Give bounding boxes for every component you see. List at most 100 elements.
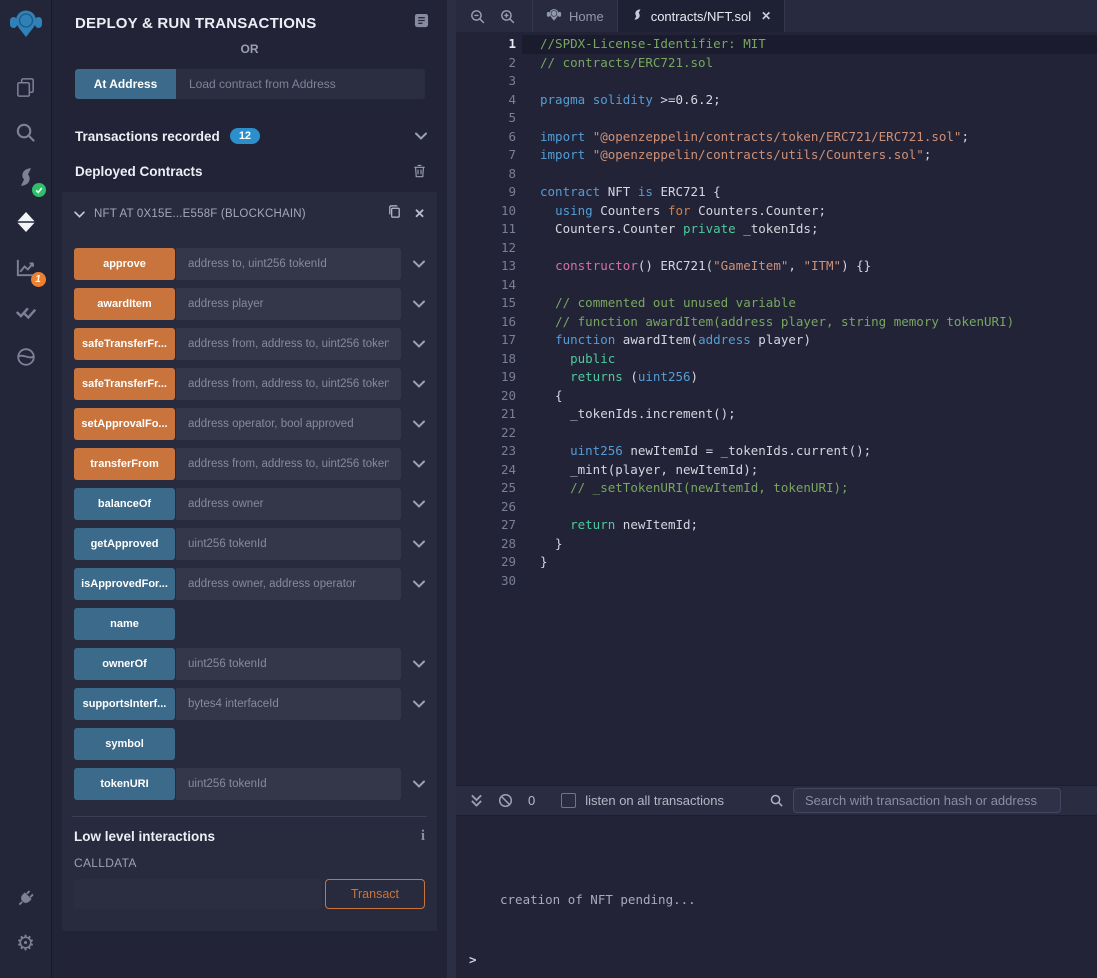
clear-console-icon[interactable] xyxy=(498,793,513,808)
expand-terminal-icon[interactable] xyxy=(470,793,483,808)
close-icon[interactable]: ✕ xyxy=(761,9,771,23)
chevron-down-icon[interactable] xyxy=(401,460,425,468)
function-args-input[interactable] xyxy=(176,528,401,560)
terminal-output-line: creation of NFT pending... xyxy=(500,892,696,907)
plugin-connect-icon[interactable] xyxy=(7,880,45,916)
function-button[interactable]: safeTransferFr... xyxy=(74,328,175,360)
function-row: approve xyxy=(74,248,425,280)
chevron-down-icon[interactable] xyxy=(401,780,425,788)
function-args-input[interactable] xyxy=(176,688,401,720)
zoom-out-icon[interactable] xyxy=(462,0,492,32)
at-address-input[interactable] xyxy=(176,69,425,99)
at-address-button[interactable]: At Address xyxy=(75,69,176,99)
chevron-down-icon[interactable] xyxy=(401,380,425,388)
function-button[interactable]: ownerOf xyxy=(74,648,175,680)
solidity-compiler-icon[interactable] xyxy=(7,159,45,195)
code-line: 17 function awardItem(address player) xyxy=(456,331,1097,350)
deployed-contracts-label: Deployed Contracts xyxy=(75,164,203,179)
function-args-input[interactable] xyxy=(176,328,401,360)
line-number: 18 xyxy=(456,350,516,369)
chevron-down-icon[interactable] xyxy=(415,132,427,140)
function-args-input[interactable] xyxy=(176,768,401,800)
info-icon: i xyxy=(421,829,425,844)
code-line: 9contract NFT is ERC721 { xyxy=(456,183,1097,202)
code-line: 13 constructor() ERC721("GameItem", "ITM… xyxy=(456,257,1097,276)
function-args-input[interactable] xyxy=(176,408,401,440)
deployed-contract-card: NFT AT 0X15E...E558F (BLOCKCHAIN) ✕ appr… xyxy=(62,192,437,931)
zoom-in-icon[interactable] xyxy=(492,0,522,32)
transact-button[interactable]: Transact xyxy=(325,879,425,909)
tab-contracts-nft-sol[interactable]: contracts/NFT.sol ✕ xyxy=(618,0,785,32)
chevron-down-icon[interactable] xyxy=(401,580,425,588)
trash-icon[interactable] xyxy=(412,163,427,179)
function-args-input[interactable] xyxy=(176,368,401,400)
chevron-down-icon[interactable] xyxy=(401,300,425,308)
line-number: 20 xyxy=(456,387,516,406)
chevron-down-icon[interactable] xyxy=(401,340,425,348)
function-args-input[interactable] xyxy=(176,288,401,320)
code-line: 6import "@openzeppelin/contracts/token/E… xyxy=(456,128,1097,147)
code-editor[interactable]: 1//SPDX-License-Identifier: MIT2// contr… xyxy=(456,32,1097,785)
file-explorer-icon[interactable] xyxy=(7,69,45,105)
code-line: 7import "@openzeppelin/contracts/utils/C… xyxy=(456,146,1097,165)
function-button[interactable]: safeTransferFr... xyxy=(74,368,175,400)
close-icon[interactable]: ✕ xyxy=(414,206,425,222)
line-number: 11 xyxy=(456,220,516,239)
function-button[interactable]: awardItem xyxy=(74,288,175,320)
function-button[interactable]: supportsInterf... xyxy=(74,688,175,720)
panel-resize-handle[interactable] xyxy=(447,0,456,978)
code-line: 16 // function awardItem(address player,… xyxy=(456,313,1097,332)
line-number: 4 xyxy=(456,91,516,110)
journal-icon[interactable] xyxy=(414,13,429,33)
function-row: isApprovedFor... xyxy=(74,568,425,600)
function-button[interactable]: symbol xyxy=(74,728,175,760)
function-args-input[interactable] xyxy=(176,448,401,480)
function-button[interactable]: isApprovedFor... xyxy=(74,568,175,600)
listen-all-transactions-checkbox[interactable] xyxy=(561,793,576,808)
function-button[interactable]: transferFrom xyxy=(74,448,175,480)
function-args-input[interactable] xyxy=(176,648,401,680)
settings-gear-icon[interactable]: ⚙ xyxy=(7,925,45,961)
static-analysis-icon[interactable] xyxy=(7,294,45,330)
chevron-down-icon[interactable] xyxy=(401,420,425,428)
chevron-down-icon[interactable] xyxy=(401,660,425,668)
code-line: 20 { xyxy=(456,387,1097,406)
function-button[interactable]: setApprovalFo... xyxy=(74,408,175,440)
chevron-down-icon[interactable] xyxy=(401,500,425,508)
terminal-output-area[interactable]: creation of NFT pending... > xyxy=(456,816,1097,978)
function-row: safeTransferFr... xyxy=(74,328,425,360)
deploy-run-icon[interactable] xyxy=(7,204,45,240)
terminal-search-input[interactable] xyxy=(793,788,1061,813)
line-number: 3 xyxy=(456,72,516,91)
function-button[interactable]: balanceOf xyxy=(74,488,175,520)
function-args-input[interactable] xyxy=(176,488,401,520)
search-icon[interactable] xyxy=(7,114,45,150)
function-button[interactable]: tokenURI xyxy=(74,768,175,800)
tab-label: contracts/NFT.sol xyxy=(651,9,751,24)
plugin-manager-icon[interactable]: 1 xyxy=(7,249,45,285)
debugger-icon[interactable] xyxy=(7,339,45,375)
line-number: 27 xyxy=(456,516,516,535)
code-line: 24 _mint(player, newItemId); xyxy=(456,461,1097,480)
calldata-input[interactable] xyxy=(74,879,322,909)
contract-chevron-down-icon[interactable] xyxy=(74,205,85,223)
tab-home[interactable]: Home xyxy=(532,0,618,32)
code-line: 22 xyxy=(456,424,1097,443)
remix-logo[interactable] xyxy=(8,6,44,47)
function-button[interactable]: getApproved xyxy=(74,528,175,560)
chevron-down-icon[interactable] xyxy=(401,540,425,548)
function-args-input[interactable] xyxy=(176,568,401,600)
function-button[interactable]: approve xyxy=(74,248,175,280)
copy-icon[interactable] xyxy=(387,204,402,224)
contract-functions: approve awardItem safeTransferFr... safeTra… xyxy=(74,224,425,800)
code-line: 27 return newItemId; xyxy=(456,516,1097,535)
function-args-input[interactable] xyxy=(176,248,401,280)
tab-label: Home xyxy=(569,9,604,24)
line-number: 19 xyxy=(456,368,516,387)
chevron-down-icon[interactable] xyxy=(401,260,425,268)
function-row: getApproved xyxy=(74,528,425,560)
code-line: 8 xyxy=(456,165,1097,184)
function-button[interactable]: name xyxy=(74,608,175,640)
chevron-down-icon[interactable] xyxy=(401,700,425,708)
calldata-label: CALLDATA xyxy=(74,856,425,870)
